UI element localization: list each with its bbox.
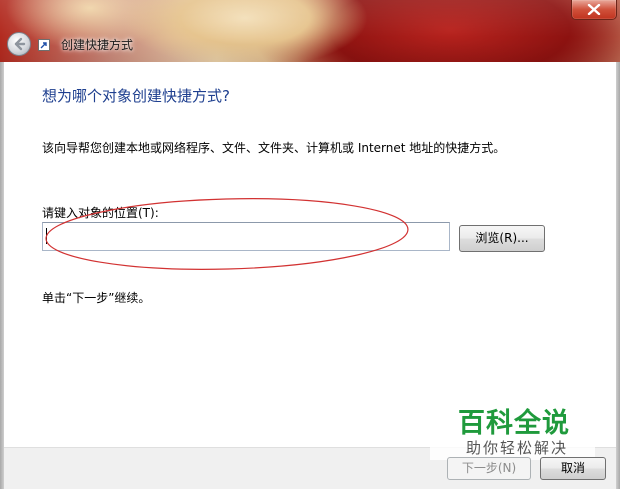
window-border-right bbox=[616, 62, 620, 489]
close-icon bbox=[587, 4, 601, 15]
cancel-button[interactable]: 取消 bbox=[540, 457, 606, 480]
watermark-subtitle: 助你轻松解决 bbox=[466, 439, 569, 457]
continue-hint: 单击“下一步”继续。 bbox=[42, 291, 151, 305]
shortcut-icon bbox=[38, 39, 50, 51]
wizard-content bbox=[4, 62, 616, 447]
page-description: 该向导帮您创建本地或网络程序、文件、文件夹、计算机或 Internet 地址的快… bbox=[42, 141, 506, 155]
next-button[interactable]: 下一步(N) bbox=[447, 457, 531, 480]
window-title: 创建快捷方式 bbox=[61, 38, 134, 52]
close-button[interactable] bbox=[571, 0, 617, 20]
page-heading: 想为哪个对象创建快捷方式? bbox=[42, 87, 230, 105]
back-button[interactable] bbox=[7, 32, 31, 56]
browse-button[interactable]: 浏览(R)... bbox=[459, 225, 545, 252]
text-caret bbox=[46, 228, 47, 244]
shortcut-wizard-window: 创建快捷方式 想为哪个对象创建快捷方式? 该向导帮您创建本地或网络程序、文件、文… bbox=[0, 0, 620, 489]
location-input[interactable] bbox=[42, 222, 450, 251]
watermark-title: 百科全说 bbox=[458, 408, 570, 439]
location-label: 请键入对象的位置(T): bbox=[42, 206, 159, 220]
back-arrow-icon bbox=[14, 37, 26, 51]
